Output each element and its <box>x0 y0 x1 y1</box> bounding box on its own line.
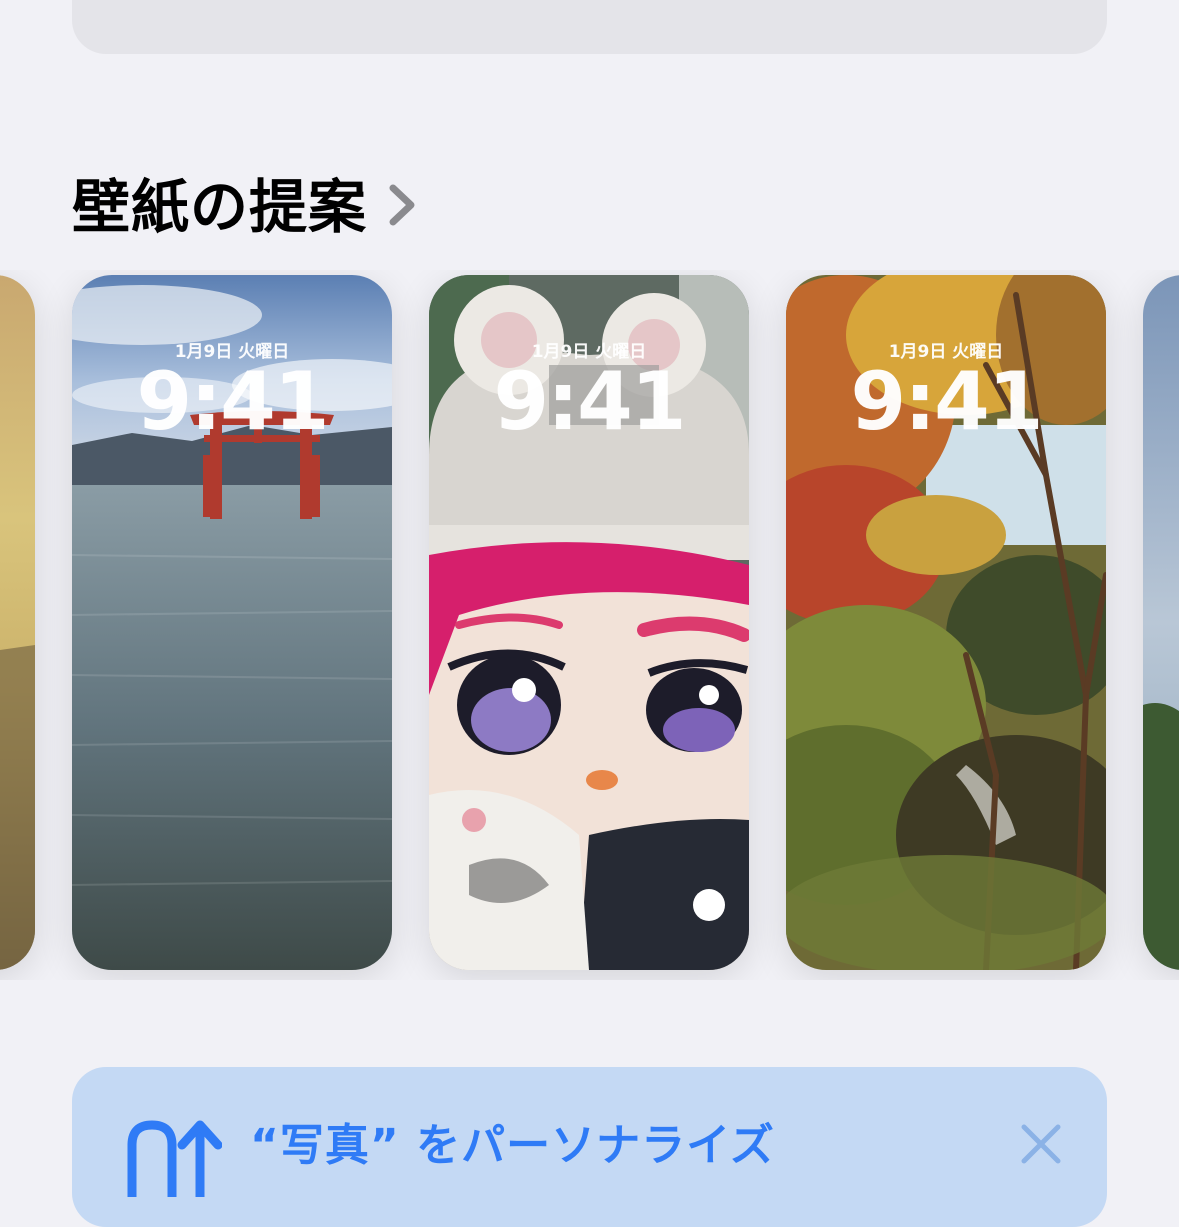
wallpaper-carousel[interactable]: 1月9日 火曜日 9:41 1月9日 火曜日 9:41 1月9日 火曜日 9:4… <box>0 270 1179 980</box>
wallpaper-thumbnail-torii[interactable]: 1月9日 火曜日 9:41 <box>72 275 392 970</box>
personalize-icon <box>127 1120 222 1197</box>
wallpaper-thumbnail-autumn[interactable]: 1月9日 火曜日 9:41 <box>786 275 1106 970</box>
lock-screen-time: 9:41 <box>850 355 1044 448</box>
chevron-right-icon <box>389 184 415 226</box>
wallpaper-thumbnail-partial-left[interactable] <box>0 275 35 970</box>
wallpaper-image <box>0 275 35 970</box>
personalize-photos-banner[interactable]: “写真” をパーソナライズ <box>72 1067 1107 1227</box>
wallpaper-suggestions-header[interactable]: 壁紙の提案 <box>72 166 417 241</box>
lock-screen-time: 9:41 <box>493 355 687 448</box>
section-title: 壁紙の提案 <box>72 173 368 241</box>
wallpaper-image <box>1143 275 1179 970</box>
banner-title: “写真” をパーソナライズ <box>250 1120 775 1171</box>
previous-card <box>72 0 1107 54</box>
wallpaper-thumbnail-partial-right[interactable] <box>1143 275 1179 970</box>
wallpaper-thumbnail-plush[interactable]: 1月9日 火曜日 9:41 <box>429 275 749 970</box>
lock-screen-time: 9:41 <box>136 355 330 448</box>
close-icon[interactable] <box>1020 1123 1062 1165</box>
